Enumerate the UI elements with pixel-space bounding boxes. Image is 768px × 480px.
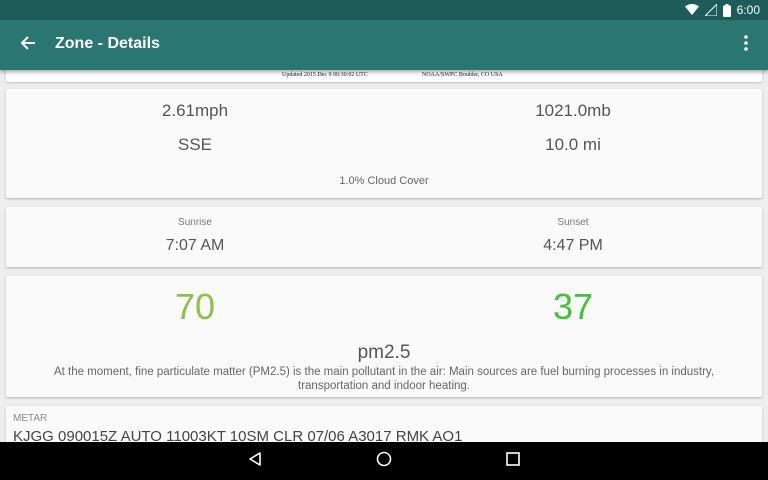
metar-text: KJGG 090015Z AUTO 11003KT 10SM CLR 07/06… bbox=[13, 428, 463, 442]
page-title: Zone - Details bbox=[55, 35, 160, 52]
status-time: 6:00 bbox=[736, 3, 760, 17]
visibility: 10.0 mi bbox=[545, 135, 601, 154]
air-quality-card: 70 37 pm2.5 At the moment, fine particul… bbox=[6, 276, 762, 397]
arrow-back-icon bbox=[20, 35, 36, 56]
aqi-value-right: 37 bbox=[552, 286, 594, 327]
wind-speed: 2.61mph bbox=[161, 101, 229, 120]
sunrise-label: Sunrise bbox=[178, 217, 212, 228]
battery-icon bbox=[722, 3, 731, 17]
sunset-time: 4:47 PM bbox=[543, 237, 603, 254]
status-icons: 6:00 bbox=[684, 2, 760, 18]
pollutant-description: At the moment, fine particulate matter (… bbox=[53, 366, 715, 392]
nav-back-button[interactable] bbox=[244, 450, 266, 472]
pressure: 1021.0mb bbox=[535, 101, 611, 120]
details-content[interactable]: Updated 2015 Dec 9 00:30:02 UTC NOAA/SWP… bbox=[0, 70, 768, 442]
back-button[interactable] bbox=[12, 29, 44, 61]
aqi-value-left: 70 bbox=[174, 286, 216, 327]
map-caption-left: Updated 2015 Dec 9 00:30:02 UTC bbox=[282, 72, 368, 78]
nav-recents-button[interactable] bbox=[502, 450, 524, 472]
sunset-label: Sunset bbox=[557, 217, 589, 228]
cloud-cover: 1.0% Cloud Cover bbox=[339, 175, 429, 187]
sunrise-time: 7:07 AM bbox=[165, 237, 225, 254]
system-nav-bar bbox=[0, 442, 768, 480]
app-bar: Zone - Details bbox=[0, 20, 768, 70]
more-vert-icon bbox=[744, 34, 748, 56]
triangle-back-icon bbox=[247, 451, 263, 472]
map-image-strip: Updated 2015 Dec 9 00:30:02 UTC NOAA/SWP… bbox=[6, 70, 762, 82]
metar-title: METAR bbox=[13, 413, 48, 424]
weather-card: 2.61mph 1021.0mb SSE 10.0 mi 1.0% Cloud … bbox=[6, 89, 762, 198]
pollutant-label: pm2.5 bbox=[357, 342, 411, 363]
cell-signal-icon bbox=[704, 4, 717, 16]
metar-card: METAR KJGG 090015Z AUTO 11003KT 10SM CLR… bbox=[6, 406, 762, 442]
square-recents-icon bbox=[506, 451, 520, 471]
wifi-icon bbox=[684, 4, 699, 16]
circle-home-icon bbox=[376, 451, 392, 472]
map-caption-right: NOAA/SWPC Boulder, CO USA bbox=[422, 72, 503, 78]
nav-home-button[interactable] bbox=[373, 450, 395, 472]
wind-direction: SSE bbox=[177, 135, 213, 154]
status-bar: 6:00 bbox=[0, 0, 768, 20]
sun-card: Sunrise Sunset 7:07 AM 4:47 PM bbox=[6, 207, 762, 267]
overflow-menu-button[interactable] bbox=[734, 29, 758, 61]
